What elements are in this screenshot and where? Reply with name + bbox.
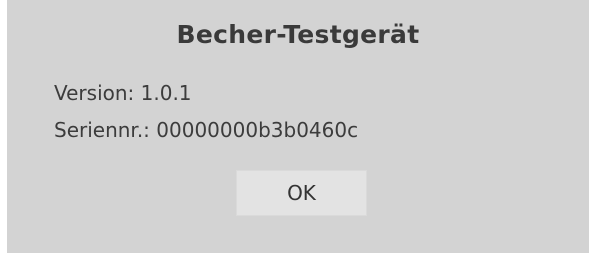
ok-button[interactable]: OK [236, 170, 367, 216]
version-text: Version: 1.0.1 [54, 81, 192, 105]
dialog-title: Becher-Testgerät [176, 20, 420, 49]
about-dialog: Becher-Testgerät Version: 1.0.1 Seriennr… [7, 0, 589, 253]
serial-number-text: Seriennr.: 00000000b3b0460c [54, 118, 359, 142]
